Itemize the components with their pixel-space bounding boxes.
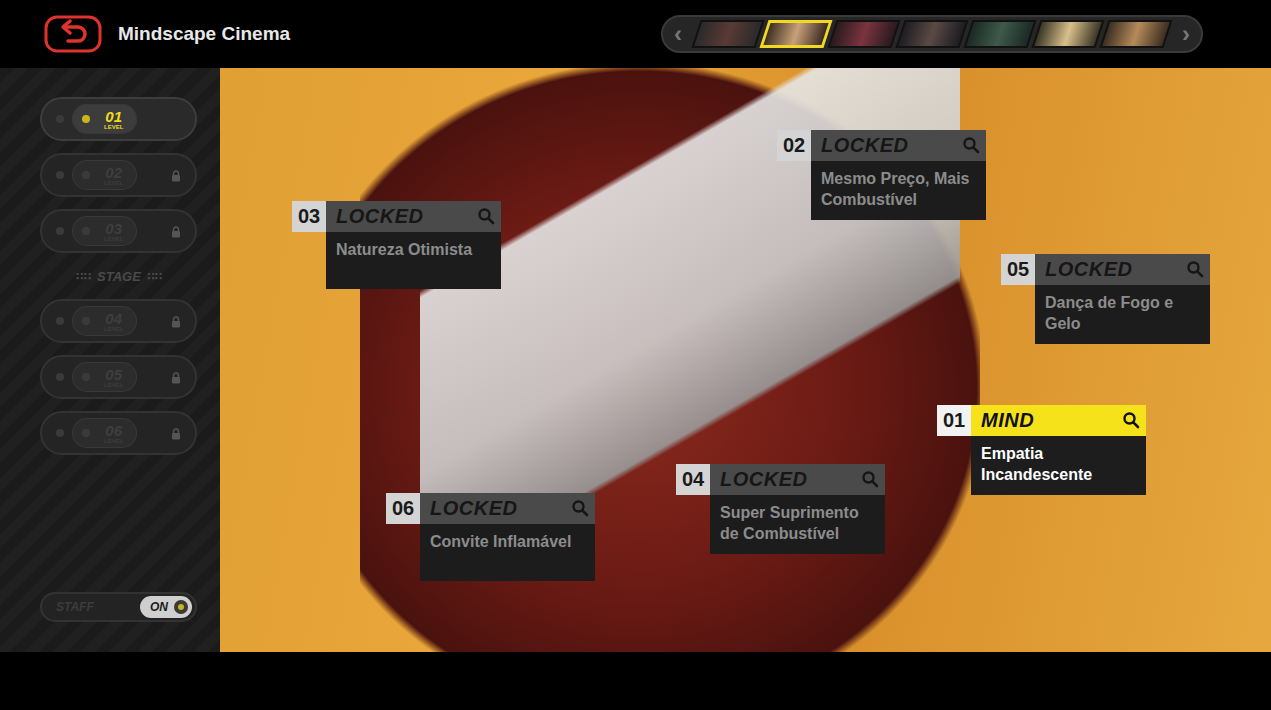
character-portrait[interactable] <box>691 20 764 48</box>
level-dot-icon <box>56 227 64 235</box>
level-dot-icon <box>56 317 64 325</box>
level-dot-icon <box>56 171 64 179</box>
character-portrait[interactable] <box>1031 20 1104 48</box>
level-dot-icon <box>56 373 64 381</box>
prev-character-button[interactable]: ‹ <box>671 22 685 46</box>
level-dot-icon <box>56 115 64 123</box>
level-sidebar: 01LEVEL 02LEVEL 03LEVEL∷∷STAGE∷∷04LEVEL 05L… <box>0 68 220 652</box>
level-button[interactable]: 05LEVEL <box>40 355 197 399</box>
mindscape-card[interactable]: 02LOCKEDMesmo Preço, Mais Combustível <box>777 130 986 220</box>
next-character-button[interactable]: › <box>1179 22 1193 46</box>
mindscape-card[interactable]: 03LOCKEDNatureza Otimista <box>292 201 501 289</box>
character-portrait[interactable] <box>963 20 1036 48</box>
character-selector: ‹› <box>661 15 1203 53</box>
lock-icon <box>171 428 181 440</box>
level-button[interactable]: 03LEVEL <box>40 209 197 253</box>
magnifier-icon <box>1186 260 1204 278</box>
mindscape-screen: Mindscape Cinema‹›01LEVEL02LEVEL03LEVEL∷… <box>0 0 1271 710</box>
level-indicator-icon <box>82 171 90 179</box>
bottom-bar <box>0 652 1271 710</box>
character-portrait[interactable] <box>1099 20 1172 48</box>
level-indicator-icon <box>82 227 90 235</box>
level-indicator-icon <box>82 317 90 325</box>
lock-icon <box>171 316 181 328</box>
mindscape-card[interactable]: 01MINDEmpatia Incandescente <box>937 405 1146 495</box>
page-title: Mindscape Cinema <box>118 23 290 45</box>
character-art-stage: 03LOCKEDNatureza Otimista 02LOCKEDMesmo P… <box>220 68 1271 652</box>
lock-icon <box>171 372 181 384</box>
level-indicator-icon <box>82 429 90 437</box>
level-button[interactable]: 02LEVEL <box>40 153 197 197</box>
magnifier-icon <box>861 470 879 488</box>
stage-divider: ∷∷STAGE∷∷ <box>40 253 198 299</box>
level-dot-icon <box>56 429 64 437</box>
mindscape-card[interactable]: 05LOCKEDDança de Fogo e Gelo <box>1001 254 1210 344</box>
lock-icon <box>171 226 181 238</box>
level-indicator-icon <box>82 373 90 381</box>
staff-toggle[interactable]: STAFFON <box>40 592 197 622</box>
character-portrait[interactable] <box>895 20 968 48</box>
toggle-knob-icon <box>174 600 188 614</box>
lock-icon <box>171 170 181 182</box>
top-bar: Mindscape Cinema‹› <box>0 0 1271 68</box>
character-portrait[interactable] <box>759 20 832 48</box>
magnifier-icon <box>1122 411 1140 429</box>
character-portrait[interactable] <box>827 20 900 48</box>
magnifier-icon <box>571 499 589 517</box>
magnifier-icon <box>962 136 980 154</box>
level-button[interactable]: 01LEVEL <box>40 97 197 141</box>
back-button[interactable] <box>44 15 102 53</box>
mindscape-card[interactable]: 04LOCKEDSuper Suprimento de Combustível <box>676 464 885 554</box>
magnifier-icon <box>477 207 495 225</box>
level-indicator-icon <box>82 115 90 123</box>
back-arrow-icon <box>44 15 102 53</box>
mindscape-card[interactable]: 06LOCKEDConvite Inflamável <box>386 493 595 581</box>
level-button[interactable]: 04LEVEL <box>40 299 197 343</box>
level-button[interactable]: 06LEVEL <box>40 411 197 455</box>
